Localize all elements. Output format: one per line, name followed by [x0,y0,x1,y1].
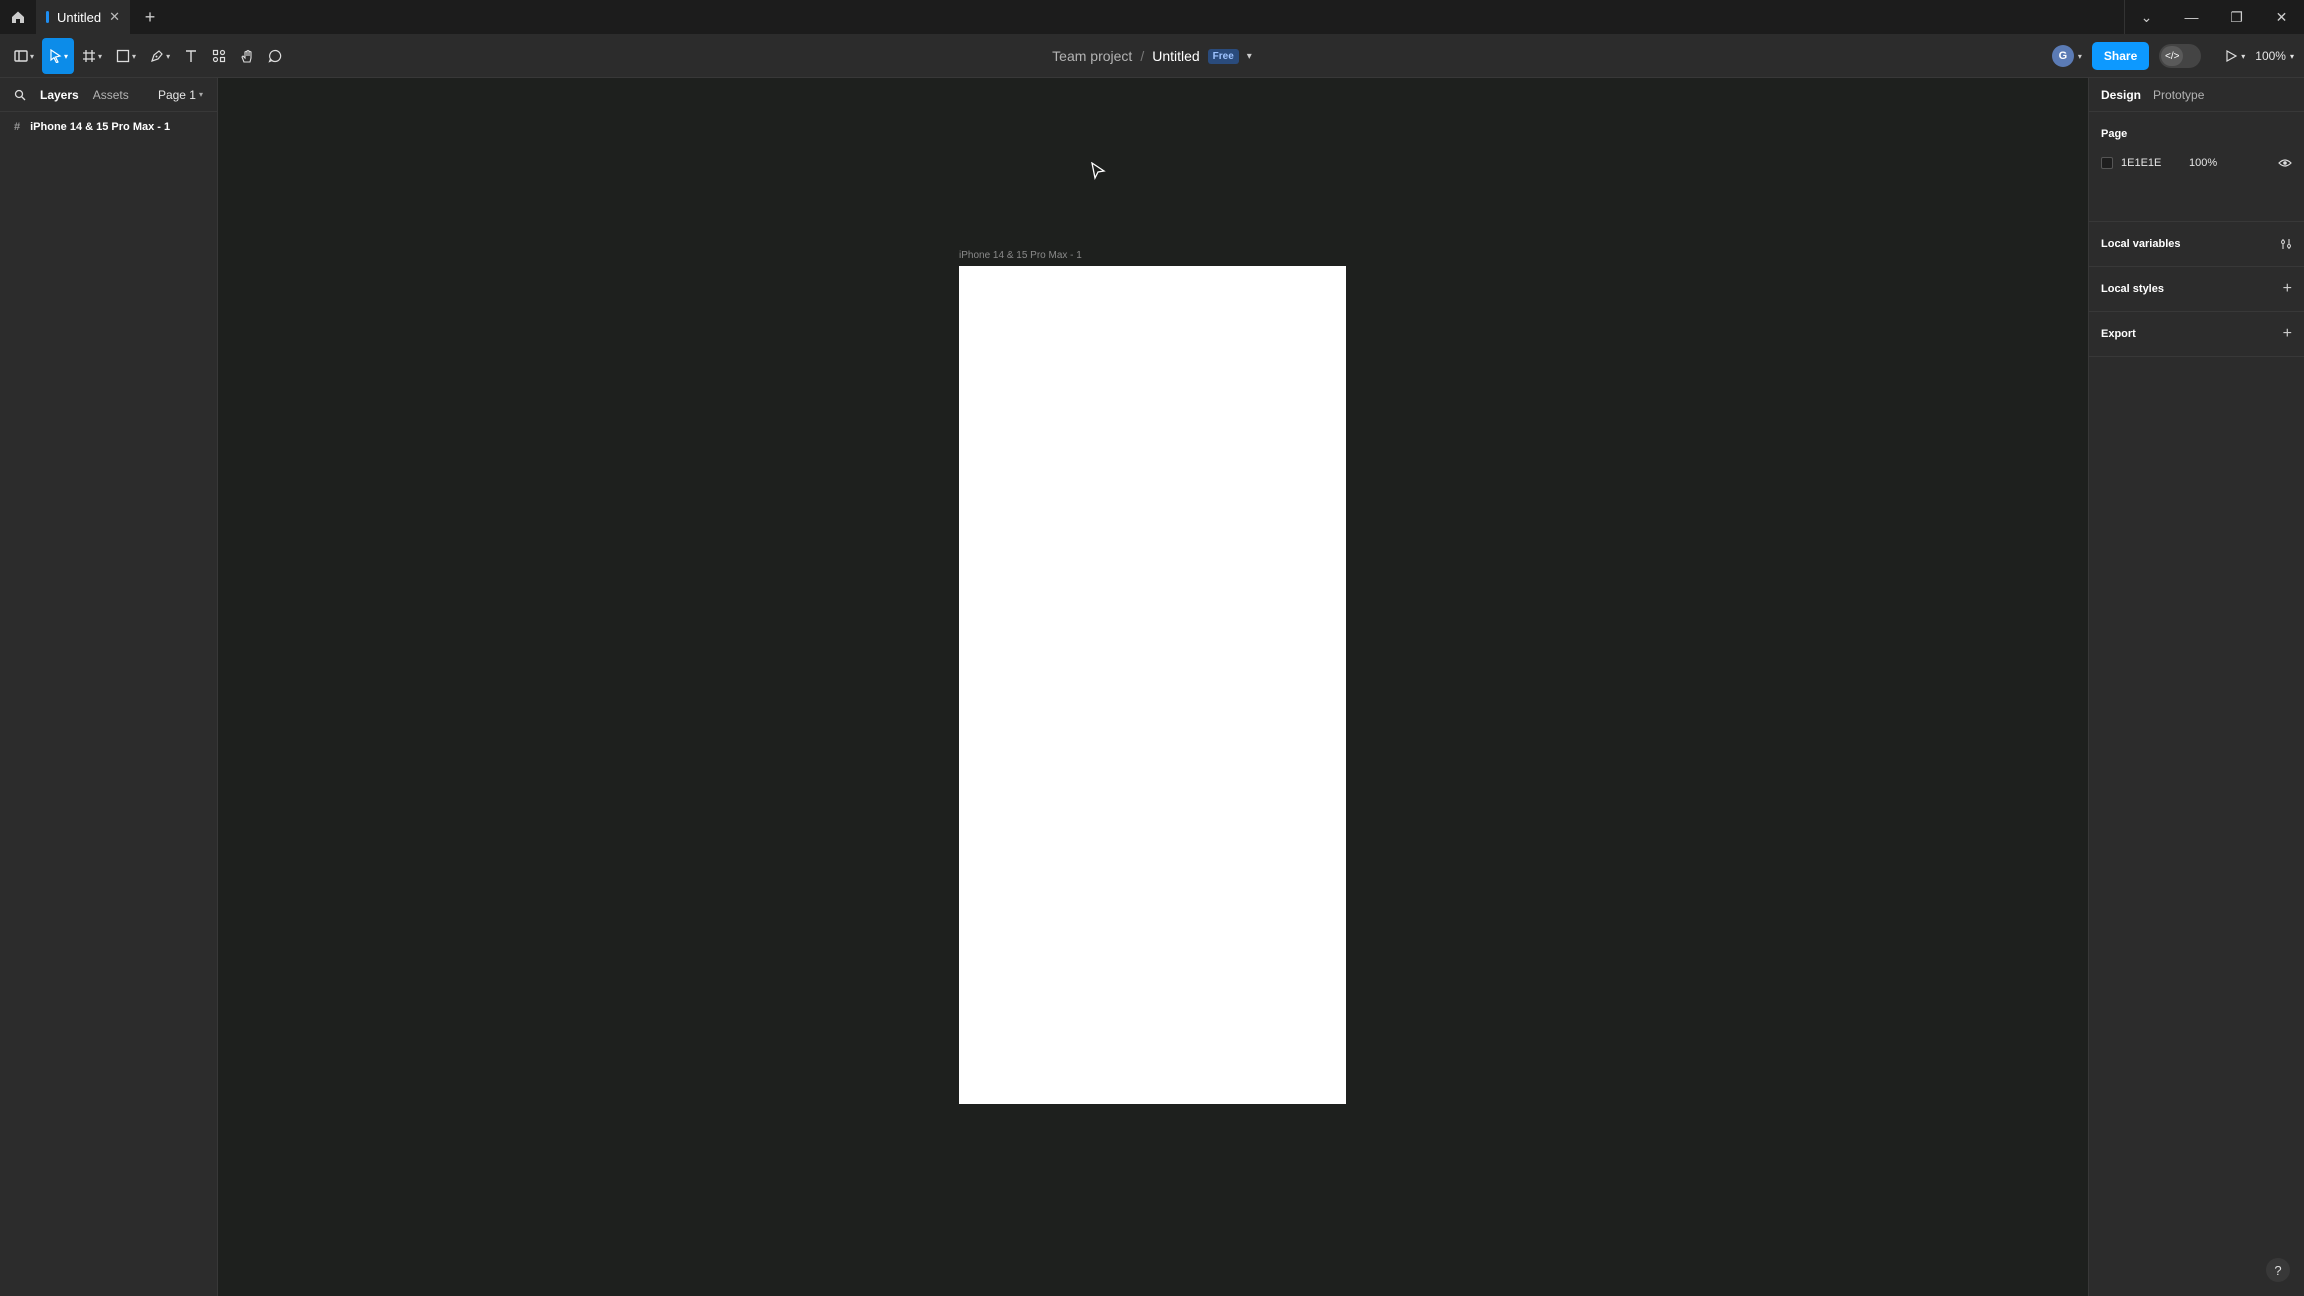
toolbar: ▾ ▾ ▾ ▾ ▾ Team project / Untitled Free ▾… [0,34,2304,78]
zoom-menu[interactable]: 100% ▾ [2255,49,2294,63]
eye-icon[interactable] [2278,158,2292,168]
minimize-icon[interactable]: — [2169,0,2214,34]
present-button[interactable]: ▾ [2225,50,2245,62]
layer-row[interactable]: # iPhone 14 & 15 Pro Max - 1 [0,112,217,142]
canvas[interactable]: iPhone 14 & 15 Pro Max - 1 [218,78,2088,1296]
move-tool[interactable]: ▾ [42,38,75,74]
page-selector-label: Page 1 [157,87,196,102]
frame-icon [83,50,96,62]
search-icon[interactable] [14,89,26,101]
local-styles-section: Local styles + [2089,267,2304,312]
pen-icon [151,50,163,62]
chevron-down-icon: ▾ [2077,51,2082,61]
resources-tool[interactable] [206,38,232,74]
right-panel-tabs: Design Prototype [2089,78,2304,112]
frame-icon: # [14,121,21,133]
multiplayer-avatars[interactable]: G ▾ [2051,45,2082,67]
close-window-icon[interactable]: ✕ [2259,0,2304,34]
hand-tool[interactable] [234,38,260,74]
chevron-down-icon: ▾ [132,51,137,61]
color-hex-input[interactable]: 1E1E1E [2121,157,2181,169]
chevron-down-icon: ▾ [30,51,35,61]
chevron-down-icon: ▾ [64,51,69,61]
file-tab-title: Untitled [57,9,102,25]
local-variables-section: Local variables [2089,222,2304,267]
chevron-down-icon: ▾ [2241,51,2246,61]
tab-prototype[interactable]: Prototype [2153,88,2204,102]
figma-menu-icon [14,50,28,62]
window-controls: ⌄ — ❐ ✕ [2124,0,2304,34]
main-menu-button[interactable]: ▾ [8,38,40,74]
chevron-down-icon: ▾ [2289,51,2294,61]
local-styles-title: Local styles [2101,283,2164,295]
text-tool[interactable] [178,38,204,74]
resources-icon [212,49,226,63]
layers-panel: Layers Assets Page 1 ▾ # iPhone 14 & 15 … [0,78,218,1296]
zoom-level: 100% [2255,49,2286,63]
color-swatch[interactable] [2101,157,2113,169]
plan-badge[interactable]: Free [1207,48,1239,64]
help-button[interactable]: ? [2266,1258,2290,1282]
tabs-menu-icon[interactable]: ⌄ [2124,0,2169,34]
chevron-down-icon[interactable]: ▾ [1247,51,1252,62]
share-button[interactable]: Share [2091,42,2150,70]
layer-name: iPhone 14 & 15 Pro Max - 1 [30,121,171,133]
chevron-down-icon: ▾ [166,51,171,61]
breadcrumb-separator: / [1140,48,1145,64]
text-icon [186,50,197,62]
comment-icon [268,49,282,63]
tool-group: ▾ ▾ ▾ ▾ ▾ [8,34,288,78]
pen-tool[interactable]: ▾ [144,38,176,74]
chevron-down-icon: ▾ [198,90,203,99]
tab-design[interactable]: Design [2101,88,2141,102]
properties-panel: Design Prototype Page 1E1E1E 100% Local … [2088,78,2304,1296]
project-link[interactable]: Team project [1052,48,1132,64]
add-style-icon[interactable]: + [2283,280,2292,298]
left-panel-tabs: Layers Assets Page 1 ▾ [0,78,217,112]
shape-tool[interactable]: ▾ [110,38,142,74]
home-button[interactable] [0,0,36,34]
page-selector[interactable]: Page 1 ▾ [158,88,203,102]
breadcrumb: Team project / Untitled Free ▾ [0,34,2304,78]
figma-file-icon [46,11,50,23]
frame-label[interactable]: iPhone 14 & 15 Pro Max - 1 [959,250,1082,261]
opacity-input[interactable]: 100% [2189,157,2217,169]
hand-icon [241,49,252,63]
page-section: Page 1E1E1E 100% [2089,112,2304,222]
comment-tool[interactable] [262,38,288,74]
rectangle-icon [116,49,130,63]
code-icon: </> [2161,46,2184,66]
file-name[interactable]: Untitled [1152,48,1199,64]
add-export-icon[interactable]: + [2283,325,2292,343]
chevron-down-icon: ▾ [98,51,103,61]
dev-mode-toggle[interactable]: </> [2159,44,2202,68]
file-tab[interactable]: Untitled ✕ [36,0,130,34]
iphone-frame[interactable] [959,266,1346,1104]
page-background-row: 1E1E1E 100% [2101,148,2292,178]
export-section: Export + [2089,312,2304,357]
new-tab-button[interactable]: + [130,0,170,34]
frame-tool[interactable]: ▾ [76,38,108,74]
tab-bar: Untitled ✕ + ⌄ — ❐ ✕ [0,0,2304,34]
local-variables-title: Local variables [2101,238,2181,250]
cursor-arrow-icon [50,49,62,63]
variables-settings-icon[interactable] [2280,238,2292,250]
home-icon [12,11,24,23]
tab-assets[interactable]: Assets [93,88,129,102]
mouse-cursor-icon [1091,162,1106,180]
play-icon [2226,50,2238,62]
avatar: G [2051,45,2074,67]
export-title: Export [2101,328,2136,340]
restore-icon[interactable]: ❐ [2214,0,2259,34]
tab-layers[interactable]: Layers [40,88,79,102]
page-section-title: Page [2101,128,2128,140]
toolbar-right: G ▾ Share </> ▾ 100% ▾ [2051,34,2294,78]
close-tab-icon[interactable]: ✕ [109,9,120,25]
